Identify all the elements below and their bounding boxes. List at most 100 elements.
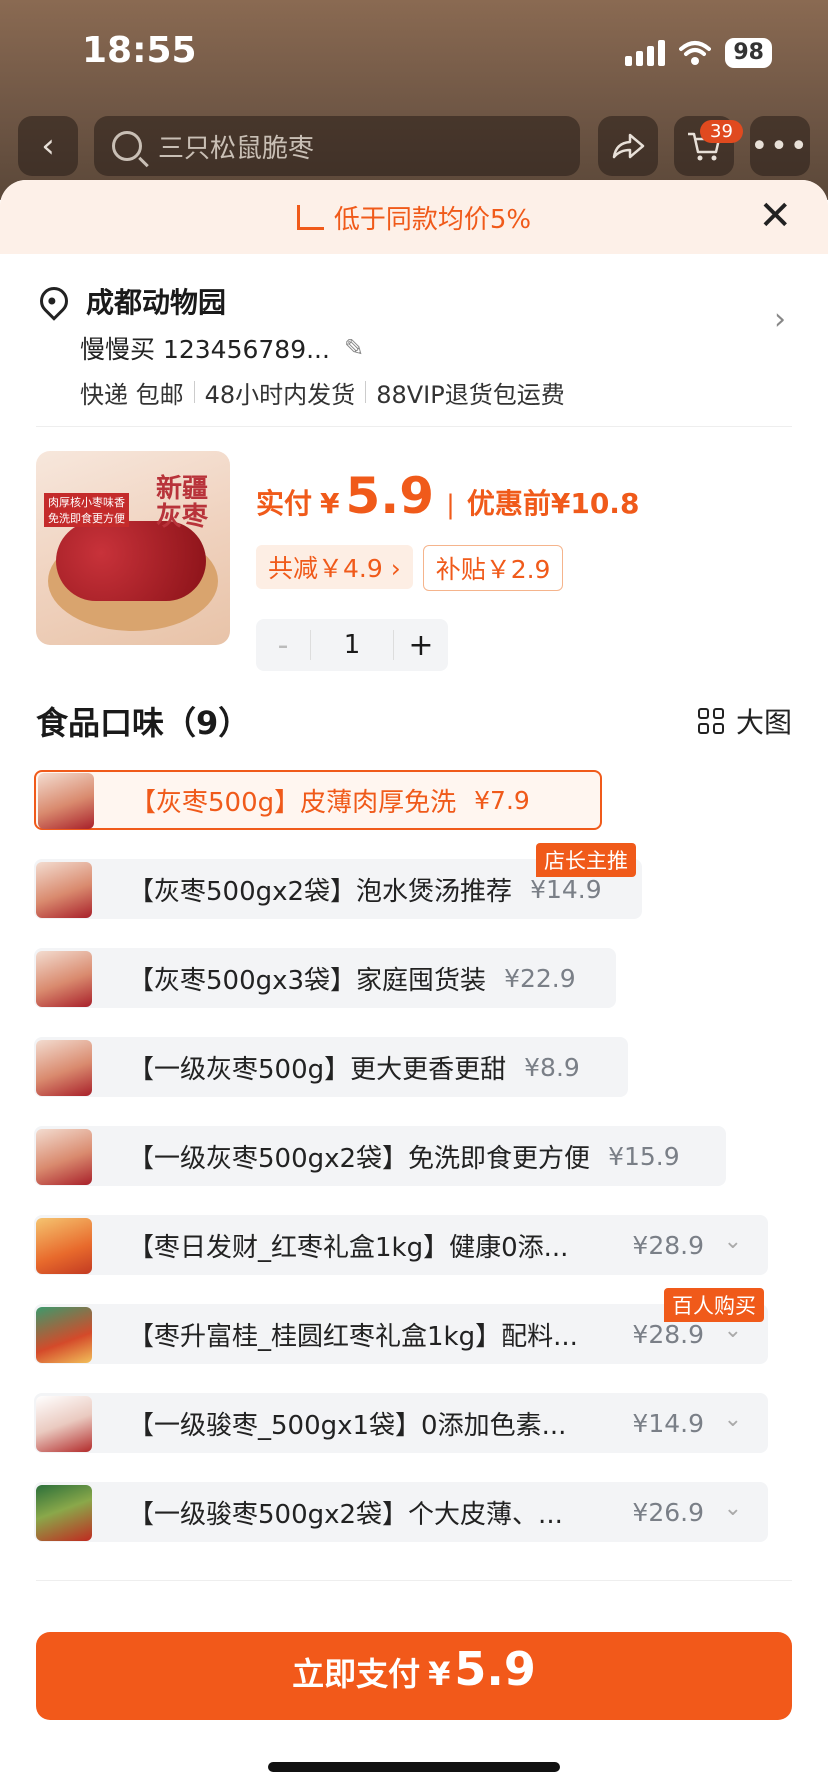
flavor-option[interactable]: 【一级灰枣500g】更大更香更甜 ¥8.9: [34, 1037, 628, 1097]
option-label: 【一级灰枣500g】更大更香更甜: [128, 1054, 507, 1085]
option-thumbnail: [36, 1307, 92, 1363]
search-input[interactable]: 三只松鼠脆枣: [94, 116, 580, 176]
battery-indicator: 98: [725, 38, 772, 68]
status-icons: 98: [625, 38, 772, 68]
back-button[interactable]: ‹: [18, 116, 78, 176]
more-dots-icon: •••: [750, 128, 810, 164]
increase-button[interactable]: +: [394, 628, 448, 663]
flavor-option[interactable]: 【灰枣500gx2袋】泡水煲汤推荐 ¥14.9 店长主推: [34, 843, 642, 919]
chevron-right-icon[interactable]: ›: [774, 302, 786, 337]
dispatch-info: 48小时内发货: [204, 380, 356, 409]
option-price: ¥8.9: [524, 1052, 580, 1082]
share-icon: [612, 133, 645, 159]
option-label: 【灰枣500gx3袋】家庭囤货装: [128, 965, 487, 996]
price-line: 实付 ¥ 5.9 | 优惠前 ¥10.8: [256, 467, 640, 525]
quantity-stepper: - 1 +: [256, 619, 448, 671]
option-thumbnail: [36, 1218, 92, 1274]
option-price: ¥28.9: [632, 1319, 704, 1349]
option-price: ¥7.9: [474, 785, 530, 815]
option-label: 【一级灰枣500gx2袋】免洗即食更方便: [128, 1143, 591, 1174]
option-price: ¥26.9: [632, 1497, 704, 1527]
home-indicator[interactable]: [268, 1762, 560, 1772]
address-contact: 慢慢买 123456789...: [80, 335, 330, 364]
chevron-down-icon[interactable]: ⌄: [724, 1496, 742, 1521]
signal-icon: [625, 40, 666, 66]
flavor-option[interactable]: 【一级骏枣500gx2袋】个大皮薄、... ¥26.9 ⌄: [34, 1482, 768, 1542]
chevron-down-icon[interactable]: ⌄: [724, 1407, 742, 1432]
option-label: 【枣升富桂_桂圆红枣礼盒1kg】配料...: [128, 1321, 578, 1352]
option-badge: 百人购买: [664, 1288, 764, 1322]
decrease-button[interactable]: -: [256, 628, 310, 663]
pay-button-label: 立即支付: [292, 1655, 421, 1693]
option-label: 【枣日发财_红枣礼盒1kg】健康0添...: [128, 1232, 569, 1263]
pay-now-button[interactable]: 立即支付 ¥ 5.9: [36, 1632, 792, 1720]
option-price: ¥22.9: [504, 963, 576, 993]
option-thumbnail: [36, 1485, 92, 1541]
big-view-label: 大图: [735, 706, 792, 739]
flavor-title: 食品口味（9）: [36, 704, 251, 742]
option-badge: 店长主推: [536, 843, 636, 877]
currency-symbol: ¥: [320, 487, 340, 520]
divider: [193, 381, 195, 403]
pay-label: 实付: [256, 487, 313, 520]
option-price: ¥15.9: [608, 1141, 680, 1171]
address-section[interactable]: 成都动物园 › 慢慢买 123456789... ✎ 快递 包邮 48小时内发货…: [0, 276, 828, 414]
edit-icon[interactable]: ✎: [344, 334, 364, 362]
option-label: 【灰枣500gx2袋】泡水煲汤推荐: [128, 876, 513, 907]
before-discount-label: 优惠前: [466, 487, 551, 520]
top-bar: 18:55 98 ‹ 三只松鼠脆枣 39 •••: [0, 0, 828, 200]
pay-button-amount: 5.9: [454, 1642, 536, 1696]
location-pin-icon: [34, 281, 74, 321]
close-icon[interactable]: ✕: [758, 196, 792, 236]
before-discount-price: ¥10.8: [550, 487, 640, 520]
wifi-icon: [679, 41, 712, 65]
flavor-header: 食品口味（9） 大图: [36, 698, 792, 744]
product-summary: 肉厚核小枣味香 免洗即食更方便 新疆灰枣 实付 ¥ 5.9 | 优惠前 ¥10.…: [0, 427, 828, 671]
option-price: ¥14.9: [632, 1408, 704, 1438]
price-promo-bar: 低于同款均价5% ✕: [0, 180, 828, 254]
big-view-toggle[interactable]: 大图: [697, 701, 792, 741]
shipping-info: 快递 包邮: [80, 380, 184, 409]
flavor-option[interactable]: 【一级骏枣_500gx1袋】0添加色素... ¥14.9 ⌄: [34, 1393, 768, 1453]
flavor-option[interactable]: 【一级灰枣500gx2袋】免洗即食更方便 ¥15.9: [34, 1126, 726, 1186]
flavor-option[interactable]: 【枣日发财_红枣礼盒1kg】健康0添... ¥28.9 ⌄: [34, 1215, 768, 1275]
discount-chips: 共减￥4.9 › 补贴￥2.9: [256, 545, 564, 591]
product-image-tag: 免洗即食更方便: [44, 509, 129, 527]
quantity-value[interactable]: 1: [310, 630, 394, 660]
chevron-down-icon[interactable]: ⌄: [724, 1229, 742, 1254]
divider: [365, 381, 367, 403]
section-divider: [36, 1580, 792, 1581]
pay-button-currency: ¥: [428, 1655, 451, 1693]
vip-info: 88VIP退货包运费: [376, 380, 565, 409]
product-image[interactable]: 肉厚核小枣味香 免洗即食更方便 新疆灰枣: [36, 451, 230, 645]
option-thumbnail: [36, 1040, 92, 1096]
option-thumbnail: [36, 951, 92, 1007]
flavor-option[interactable]: 【灰枣500g】皮薄肉厚免洗 ¥7.9: [34, 770, 602, 830]
flavor-option[interactable]: 【灰枣500gx3袋】家庭囤货装 ¥22.9: [34, 948, 616, 1008]
grid-icon: [697, 708, 724, 734]
total-discount-chip[interactable]: 共减￥4.9 ›: [256, 545, 413, 589]
option-thumbnail: [36, 1129, 92, 1185]
address-name: 成都动物园: [86, 286, 227, 319]
option-thumbnail: [38, 773, 94, 829]
option-label: 【灰枣500g】皮薄肉厚免洗: [130, 787, 457, 818]
flavor-option[interactable]: 【枣升富桂_桂圆红枣礼盒1kg】配料... ¥28.9 ⌄ 百人购买: [34, 1288, 768, 1364]
share-button[interactable]: [598, 116, 658, 176]
promo-text: 低于同款均价5%: [333, 204, 532, 235]
status-time: 18:55: [82, 30, 197, 71]
chevron-left-icon: ‹: [41, 126, 55, 166]
purchase-sheet: 低于同款均价5% ✕ 成都动物园 › 慢慢买 123456789... ✎ 快递…: [0, 180, 828, 1792]
trend-chart-icon: [296, 204, 324, 230]
subsidy-chip: 补贴￥2.9: [422, 545, 564, 591]
cart-count-badge: 39: [700, 120, 743, 143]
option-thumbnail: [36, 862, 92, 918]
more-button[interactable]: •••: [750, 116, 810, 176]
option-thumbnail: [36, 1396, 92, 1452]
pay-price: 5.9: [345, 467, 435, 525]
search-text: 三只松鼠脆枣: [158, 133, 315, 164]
option-price: ¥28.9: [632, 1230, 704, 1260]
flavor-options: 【灰枣500g】皮薄肉厚免洗 ¥7.9 【灰枣500gx2袋】泡水煲汤推荐 ¥1…: [34, 770, 794, 1571]
search-icon: [112, 131, 142, 161]
option-price: ¥14.9: [530, 874, 602, 904]
option-label: 【一级骏枣_500gx1袋】0添加色素...: [128, 1410, 567, 1441]
